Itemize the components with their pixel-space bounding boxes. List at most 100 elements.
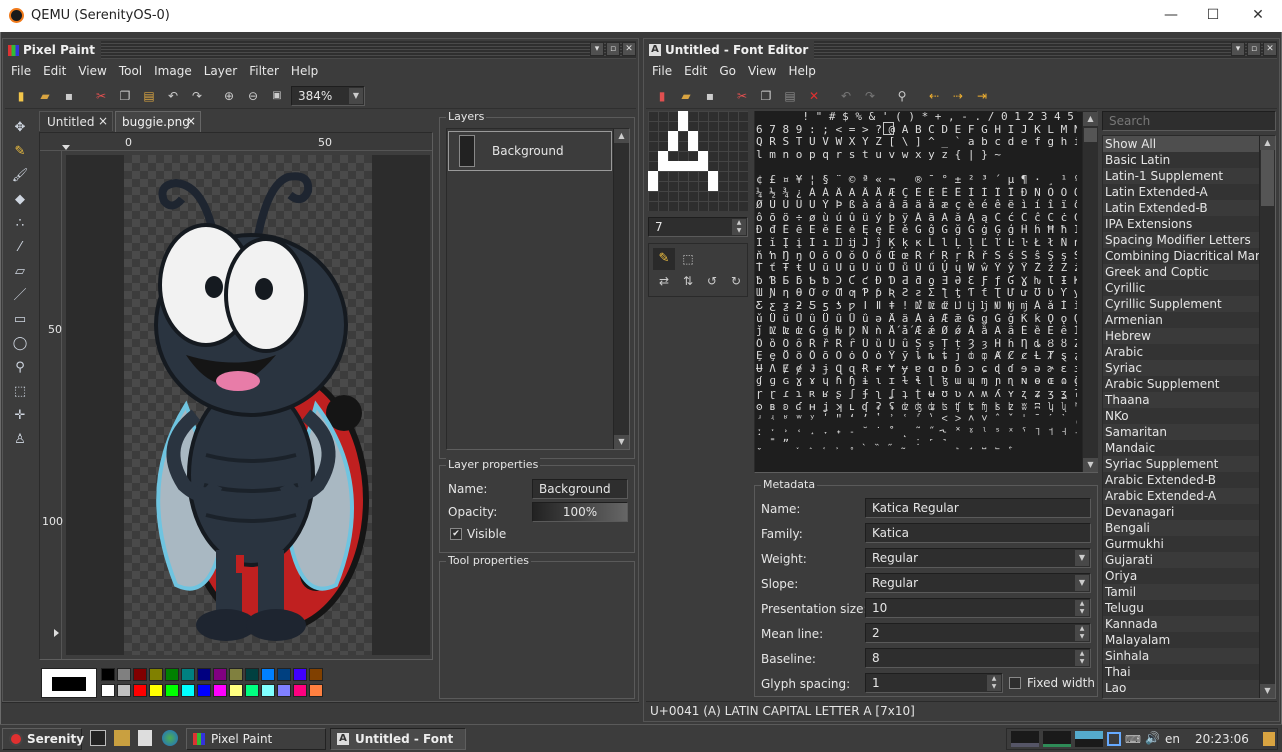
task-pixel-paint[interactable]: Pixel Paint <box>186 728 326 750</box>
start-button[interactable]: Serenity <box>2 728 84 750</box>
unicode-block-item[interactable]: Latin Extended-B <box>1103 200 1259 216</box>
glyph-width-spinbox[interactable]: 7 ▲ ▼ <box>648 217 748 237</box>
glyph-map-row[interactable]: Ɯ Ɲ ƞ Ɵ Ơ ơ Ƣ ƣ Ƥ ƥ Ʀ Ƨ ƨ Ʃ ƪ ƫ Ƭ ƭ Ʈ Ư … <box>756 287 1077 300</box>
palette-color-swatch[interactable] <box>165 684 179 697</box>
undo-icon[interactable]: ↶ <box>836 86 856 106</box>
previous-glyph-icon[interactable]: ⇠ <box>924 86 944 106</box>
unicode-block-item[interactable]: NKo <box>1103 408 1259 424</box>
block-list-scrollbar[interactable]: ▲ ▼ <box>1259 136 1275 698</box>
unicode-block-item[interactable]: Hebrew <box>1103 328 1259 344</box>
unicode-block-item[interactable]: Kannada <box>1103 616 1259 632</box>
palette-color-swatch[interactable] <box>197 684 211 697</box>
glyph-map-row[interactable]: ƀ Ɓ Ƃ ƃ Ƅ ƅ Ɔ Ƈ ƈ Ɖ Ɗ Ƌ ƌ ƍ Ǝ Ə Ɛ Ƒ ƒ Ɠ … <box>756 275 1077 288</box>
pp-menu-filter[interactable]: Filter <box>243 61 285 81</box>
palette-color-swatch[interactable] <box>149 668 163 681</box>
unicode-block-item[interactable]: Cyrillic <box>1103 280 1259 296</box>
volume-icon[interactable]: 🔊 <box>1145 731 1160 745</box>
chevron-down-icon[interactable]: ▼ <box>1075 550 1089 566</box>
rect-select-tool-icon[interactable]: ⬚ <box>9 381 31 403</box>
spin-arrows-icon[interactable]: ▲ ▼ <box>1075 625 1089 641</box>
primary-color-swatch[interactable] <box>41 668 97 698</box>
opacity-slider[interactable]: 100% <box>532 502 628 522</box>
flip-horizontal-icon[interactable]: ⇄ <box>653 274 675 294</box>
zoom-combobox[interactable]: 384% ▼ <box>291 86 365 106</box>
go-to-glyph-icon[interactable]: ⇥ <box>972 86 992 106</box>
unicode-block-item[interactable]: Syriac <box>1103 360 1259 376</box>
palette-color-swatch[interactable] <box>245 684 259 697</box>
redo-icon[interactable]: ↷ <box>860 86 880 106</box>
unicode-block-item[interactable]: Tamil <box>1103 584 1259 600</box>
glyph-map-row[interactable] <box>756 464 1077 471</box>
unicode-block-item[interactable]: Syriac Supplement <box>1103 456 1259 472</box>
unicode-block-item[interactable]: Gujarati <box>1103 552 1259 568</box>
unicode-block-item[interactable]: Armenian <box>1103 312 1259 328</box>
scroll-up-icon[interactable]: ▲ <box>1083 112 1098 126</box>
fixed-width-checkbox[interactable] <box>1009 677 1021 689</box>
pp-menu-help[interactable]: Help <box>285 61 324 81</box>
palette-color-swatch[interactable] <box>261 668 275 681</box>
bucket-tool-icon[interactable]: ◆ <box>9 189 31 211</box>
palette-color-swatch[interactable] <box>261 684 275 697</box>
glyph-map-row[interactable]: ô õ ö ÷ ø ù ú û ü ý þ ÿ Ā ā Ă ă Ą ą Ć ć … <box>756 212 1077 225</box>
unicode-block-item[interactable]: Arabic Supplement <box>1103 376 1259 392</box>
ellipse-tool-icon[interactable]: ◯ <box>9 333 31 355</box>
next-glyph-icon[interactable]: ⇢ <box>948 86 968 106</box>
palette-color-swatch[interactable] <box>181 668 195 681</box>
glyph-map-row[interactable]: ¢ £ ¤ ¥ ¦ § ¨ © ª « ¬ ® ¯ ° ± ² ³ ´ µ ¶ … <box>756 174 1077 187</box>
new-file-icon[interactable]: ▮ <box>11 86 31 106</box>
unicode-block-item[interactable]: Combining Diacritical Marks <box>1103 248 1259 264</box>
glyph-map-scrollbar[interactable]: ▲ ▼ <box>1082 112 1098 472</box>
glyph-map-row[interactable]: Ť ť Ŧ ŧ Ũ ũ Ū ū Ŭ ŭ Ů ů Ű ű Ų ų Ŵ ŵ Ŷ ŷ … <box>756 262 1077 275</box>
unicode-block-item[interactable]: Mandaic <box>1103 440 1259 456</box>
erase-tool-icon[interactable]: ▱ <box>9 261 31 283</box>
open-folder-icon[interactable]: ▰ <box>35 86 55 106</box>
unicode-block-item[interactable]: Devanagari <box>1103 504 1259 520</box>
glyph-map-row[interactable] <box>756 161 1077 174</box>
glyph-map-row[interactable] <box>756 451 1077 464</box>
fe-menu-file[interactable]: File <box>646 61 678 81</box>
palette-color-swatch[interactable] <box>293 668 307 681</box>
palette-color-swatch[interactable] <box>277 684 291 697</box>
pp-menu-edit[interactable]: Edit <box>37 61 72 81</box>
scroll-down-icon[interactable]: ▼ <box>614 435 629 449</box>
palette-color-swatch[interactable] <box>245 668 259 681</box>
scroll-up-icon[interactable]: ▲ <box>1260 136 1275 150</box>
zoom-in-icon[interactable]: ⊕ <box>219 86 239 106</box>
glyph-map-row[interactable]: Ƹ ƹ ƺ ƻ Ƽ ƽ ƾ ƿ ǀ ǁ ǂ ǃ Ǆ ǅ ǆ Ǉ ǈ ǉ Ǌ ǋ … <box>756 300 1077 313</box>
glyph-map-row[interactable]: Đ đ Ē ē Ĕ ĕ Ė ė Ę ę Ě ě Ĝ ĝ Ğ ğ Ġ ġ Ģ ģ … <box>756 224 1077 237</box>
unicode-block-item[interactable]: Thaana <box>1103 392 1259 408</box>
unicode-block-item[interactable]: Lao <box>1103 680 1259 696</box>
palette-color-swatch[interactable] <box>229 684 243 697</box>
palette-color-swatch[interactable] <box>277 668 291 681</box>
unicode-block-item[interactable]: Spacing Modifier Letters <box>1103 232 1259 248</box>
glyph-map-row[interactable]: ǔ Ǖ ǖ Ǘ ǘ Ǚ ǚ Ǜ ǜ ǝ Ǟ ǟ Ǡ ǡ Ǣ ǣ Ǥ ǥ Ǧ ǧ … <box>756 313 1077 326</box>
cut-icon[interactable]: ✂ <box>91 86 111 106</box>
undo-icon[interactable]: ↶ <box>163 86 183 106</box>
brush-tool-icon[interactable]: 🖌 <box>9 165 31 187</box>
open-folder-icon[interactable]: ▰ <box>676 86 696 106</box>
block-search-input[interactable]: Search <box>1102 111 1276 131</box>
close-button[interactable]: ✕ <box>1243 4 1273 26</box>
file-manager-quicklaunch-icon[interactable] <box>114 730 130 746</box>
unicode-block-item[interactable]: Bengali <box>1103 520 1259 536</box>
fe-menu-help[interactable]: Help <box>782 61 821 81</box>
picker-tool-icon[interactable]: ⁄ <box>9 237 31 259</box>
spin-arrows-icon[interactable]: ▲ ▼ <box>1075 650 1089 666</box>
rect-tool-icon[interactable]: ▭ <box>9 309 31 331</box>
font-name-field[interactable]: Katica Regular <box>865 498 1091 518</box>
glyph-map-row[interactable]: ɼ ɽ ɾ ɿ ʀ ʁ ʂ ʃ ʄ ʅ ʆ ʇ ʈ ʉ ʊ ʋ ʌ ʍ ʎ ʏ … <box>756 388 1077 401</box>
pp-menu-tool[interactable]: Tool <box>113 61 148 81</box>
pp-menu-view[interactable]: View <box>72 61 112 81</box>
fe-close-button[interactable]: ✕ <box>1263 42 1277 56</box>
unicode-block-item[interactable]: Arabic <box>1103 344 1259 360</box>
palette-color-swatch[interactable] <box>149 684 163 697</box>
save-icon[interactable]: ▪ <box>700 86 720 106</box>
clone-tool-icon[interactable]: ♙ <box>9 429 31 451</box>
unicode-block-item[interactable]: Gurmukhi <box>1103 536 1259 552</box>
search-icon[interactable]: ⚲ <box>892 86 912 106</box>
move-tool-icon[interactable]: ⬚ <box>677 248 699 270</box>
redo-icon[interactable]: ↷ <box>187 86 207 106</box>
unicode-block-item[interactable]: Cyrillic Supplement <box>1103 296 1259 312</box>
save-icon[interactable]: ▪ <box>59 86 79 106</box>
glyph-map-row[interactable]: ʘ ʙ ʚ ʛ ʜ ʝ ʞ ʟ ʠ ʡ ʢ ʣ ʤ ʥ ʦ ʧ ʨ ʩ ʪ ʫ … <box>756 401 1077 414</box>
